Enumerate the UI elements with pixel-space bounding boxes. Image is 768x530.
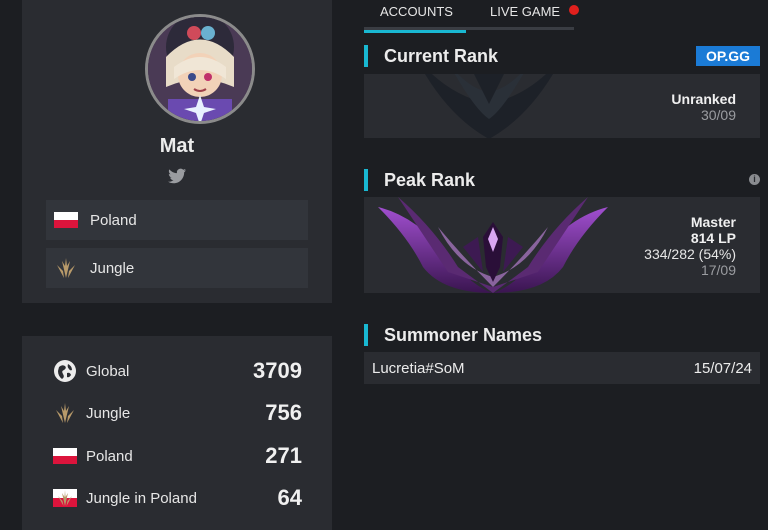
poland-flag-icon <box>52 443 78 469</box>
peak-rank-date: 17/09 <box>700 262 736 278</box>
poland-flag-icon <box>54 208 78 232</box>
twitter-icon[interactable] <box>168 168 186 184</box>
stat-label: Global <box>86 362 130 380</box>
info-icon[interactable]: i <box>749 174 760 185</box>
live-indicator-icon <box>569 5 579 15</box>
country-label: Poland <box>90 211 137 229</box>
stat-value: 756 <box>265 400 302 425</box>
globe-icon <box>52 358 78 384</box>
stat-label: Poland <box>86 447 133 465</box>
country-row: Poland <box>46 200 308 240</box>
current-rank-date: 30/09 <box>700 107 736 123</box>
peak-rank-box: Master 814 LP 334/282 (54%) 17/09 <box>364 197 760 293</box>
stat-label: Jungle in Poland <box>86 489 197 507</box>
stat-value: 271 <box>265 443 302 468</box>
peak-rank-lp: 814 LP <box>690 230 736 246</box>
profile-card: Mat Poland Jungle <box>22 0 332 303</box>
current-rank-text: Unranked 30/09 <box>671 91 736 123</box>
avatar-image <box>148 17 252 121</box>
stat-value: 3709 <box>253 358 302 383</box>
player-name: Mat <box>159 135 195 157</box>
role-label: Jungle <box>90 259 135 277</box>
stat-label: Jungle <box>86 404 131 422</box>
peak-rank-record: 334/282 (54%) <box>644 246 736 262</box>
role-row: Jungle <box>46 248 308 288</box>
ladder-stats-card: Global 3709 Jungle 756 Poland 271 Jungle… <box>22 336 332 530</box>
current-rank-tier: Unranked <box>671 91 736 107</box>
peak-rank-heading: Peak Rank <box>364 169 475 191</box>
stat-row-jungle: Jungle 756 <box>52 398 302 428</box>
jungle-icon <box>54 256 78 280</box>
account-tabs: ACCOUNTS LIVE GAME <box>364 0 579 33</box>
stat-value: 64 <box>277 485 302 510</box>
current-rank-heading: Current Rank <box>364 45 498 67</box>
tab-accounts[interactable]: ACCOUNTS <box>364 4 466 33</box>
current-rank-box: Unranked 30/09 <box>364 74 760 138</box>
unranked-emblem-icon <box>425 74 553 138</box>
summoner-name: Lucretia#SoM <box>372 359 465 377</box>
opgg-button[interactable]: OP.GG <box>696 46 760 66</box>
tab-live-game[interactable]: LIVE GAME <box>490 4 560 28</box>
stat-row-country: Poland 271 <box>52 441 302 471</box>
master-emblem-icon <box>378 197 608 293</box>
peak-rank-text: Master 814 LP 334/282 (54%) 17/09 <box>644 214 736 278</box>
avatar <box>145 14 255 124</box>
stat-row-jungle-country: Jungle in Poland 64 <box>52 483 302 513</box>
summoner-name-date: 15/07/24 <box>693 359 752 377</box>
jungle-poland-icon <box>52 485 78 511</box>
jungle-icon <box>52 400 78 426</box>
summoner-names-heading: Summoner Names <box>364 324 542 346</box>
summoner-name-row: Lucretia#SoM 15/07/24 <box>364 352 760 384</box>
peak-rank-tier: Master <box>690 214 736 230</box>
stat-row-global: Global 3709 <box>52 356 302 386</box>
